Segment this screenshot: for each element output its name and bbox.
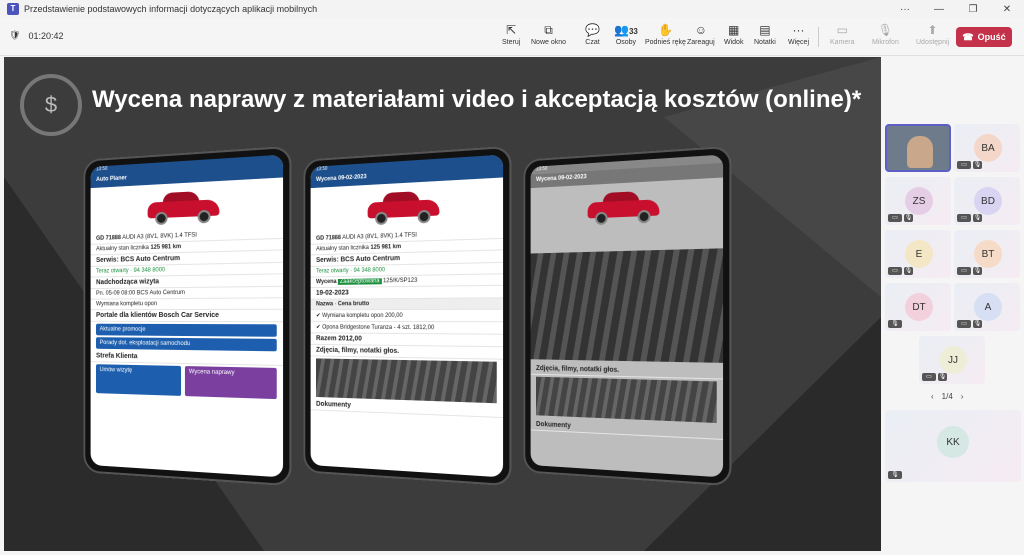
car-image bbox=[580, 185, 667, 229]
shared-screen: $ Wycena naprawy z materiałami video i a… bbox=[4, 57, 881, 551]
mic-off-icon: 🎙 bbox=[904, 214, 913, 222]
participant-video bbox=[907, 136, 933, 168]
mic-off-icon: 🎙 bbox=[938, 373, 947, 381]
camera-off-icon: ▭ bbox=[957, 161, 971, 169]
quote-logo-icon: $ bbox=[20, 74, 82, 136]
mic-icon: 🎙 bbox=[877, 23, 894, 37]
more-options-icon[interactable]: ··· bbox=[888, 4, 922, 15]
avatar: BD bbox=[974, 187, 1002, 215]
avatar: BT bbox=[974, 240, 1002, 268]
participant-tile[interactable]: JJ ▭ 🎙 bbox=[919, 336, 985, 384]
participant-tile[interactable]: E ▭ 🎙 bbox=[885, 230, 951, 278]
phone-mockup-media: 13:50 Wycena 09-02-2023 Zdjęcia, filmy, … bbox=[523, 145, 732, 487]
more-icon: ··· bbox=[792, 23, 805, 37]
slide-title: Wycena naprawy z materiałami video i akc… bbox=[92, 86, 862, 113]
mic-off-icon: 🎙 bbox=[973, 161, 982, 169]
close-icon[interactable]: ✕ bbox=[990, 4, 1024, 15]
toolbar-divider bbox=[818, 27, 819, 47]
pager-text: 1/4 bbox=[941, 392, 953, 401]
chat-icon: 💬 bbox=[585, 23, 600, 37]
mic-off-icon: 🎙 bbox=[973, 320, 982, 328]
mic-off-icon: 🎙 bbox=[888, 320, 902, 328]
more-button[interactable]: ··· Więcej bbox=[788, 22, 809, 52]
camera-off-icon: ▭ bbox=[957, 214, 971, 222]
mic-off-icon: 🎙 bbox=[904, 267, 913, 275]
shield-icon: 🛡 bbox=[9, 30, 21, 40]
mic-button[interactable]: 🎙 Mikrofon bbox=[872, 22, 899, 52]
share-icon: ⬆ bbox=[927, 23, 938, 37]
notes-button[interactable]: ▤ Notatki bbox=[754, 22, 776, 52]
raise-hand-icon: ✋ bbox=[657, 23, 673, 37]
media-thumbnails bbox=[316, 358, 497, 404]
avatar: E bbox=[905, 240, 933, 268]
participant-tile[interactable]: BD ▭ 🎙 bbox=[954, 177, 1020, 225]
timer-text: 01:20:42 bbox=[28, 30, 64, 41]
steruj-button[interactable]: ⇱ Steruj bbox=[502, 22, 520, 52]
maximize-icon[interactable]: ❐ bbox=[956, 4, 990, 15]
car-image bbox=[140, 185, 227, 229]
people-icon: 👥 bbox=[614, 23, 629, 37]
camera-off-icon: ▭ bbox=[888, 214, 902, 222]
media-thumbnails bbox=[536, 376, 717, 424]
participant-tile[interactable]: BT ▭ 🎙 bbox=[954, 230, 1020, 278]
tire-photo bbox=[530, 248, 724, 363]
leave-button[interactable]: ☎ Opuść bbox=[956, 27, 1012, 47]
camera-off-icon: ▭ bbox=[957, 320, 971, 328]
mic-off-icon: 🎙 bbox=[973, 214, 982, 222]
camera-off-icon: ▭ bbox=[957, 267, 971, 275]
people-button[interactable]: 👥33 Osoby bbox=[614, 22, 638, 52]
chevron-left-icon[interactable]: ‹ bbox=[931, 392, 934, 401]
teams-logo-icon: T bbox=[7, 3, 19, 15]
mic-off-icon: 🎙 bbox=[888, 471, 902, 479]
new-window-icon: ⧉ bbox=[544, 23, 553, 37]
participant-tile[interactable]: ZS ▭ 🎙 bbox=[885, 177, 951, 225]
camera-off-icon: ▭ bbox=[888, 267, 902, 275]
raise-hand-button[interactable]: ✋ Podnieś rękę bbox=[645, 22, 686, 52]
participant-tile[interactable]: BA ▭ 🎙 bbox=[954, 124, 1020, 172]
camera-icon: ▭ bbox=[836, 23, 848, 37]
participants-panel: BA ▭ 🎙 ZS ▭ 🎙 BD ▭ 🎙 E ▭ 🎙 BT ▭ 🎙 DT 🎙 A ▭ 🎙 JJ ▭ 🎙 ‹ 1… bbox=[883, 122, 1024, 555]
avatar: DT bbox=[905, 293, 933, 321]
spotlight-participant-tile[interactable]: KK 🎙 bbox=[885, 410, 1021, 482]
title-bar: T Przedstawienie podstawowych informacji… bbox=[0, 0, 1024, 18]
chevron-right-icon[interactable]: › bbox=[961, 392, 964, 401]
meeting-timer: 🛡 01:20:42 bbox=[9, 30, 63, 41]
participant-tile[interactable]: A ▭ 🎙 bbox=[954, 283, 1020, 331]
mic-off-icon: 🎙 bbox=[973, 267, 982, 275]
people-count: 33 bbox=[628, 27, 638, 36]
avatar: JJ bbox=[939, 346, 967, 374]
participant-tile[interactable]: DT 🎙 bbox=[885, 283, 951, 331]
react-icon: ☺ bbox=[694, 23, 707, 37]
view-icon: ▦ bbox=[728, 23, 740, 37]
camera-off-icon: ▭ bbox=[922, 373, 936, 381]
car-image bbox=[360, 185, 447, 229]
phone-hangup-icon: ☎ bbox=[962, 31, 974, 42]
share-button[interactable]: ⬆ Udostępnij bbox=[916, 22, 949, 52]
cast-icon: ⇱ bbox=[506, 23, 517, 37]
participant-video-tile[interactable] bbox=[885, 124, 951, 172]
avatar: BA bbox=[974, 134, 1002, 162]
avatar: A bbox=[974, 293, 1002, 321]
notes-icon: ▤ bbox=[759, 23, 771, 37]
minimize-icon[interactable]: — bbox=[922, 4, 956, 15]
react-button[interactable]: ☺ Zareaguj bbox=[687, 22, 715, 52]
phone-mockup-quote: 13:50 Wycena 09-02-2023 GD 71888 AUDI A3… bbox=[303, 145, 512, 487]
window-title: Przedstawienie podstawowych informacji d… bbox=[24, 4, 318, 14]
avatar: KK bbox=[937, 426, 969, 458]
participants-pager: ‹ 1/4 › bbox=[931, 392, 963, 401]
avatar: ZS bbox=[905, 187, 933, 215]
view-button[interactable]: ▦ Widok bbox=[724, 22, 743, 52]
phone-mockup-home: 13:50 Auto Planer GD 71888 AUDI A3 (8V1,… bbox=[83, 145, 292, 487]
camera-button[interactable]: ▭ Kamera bbox=[830, 22, 855, 52]
new-window-button[interactable]: ⧉ Nowe okno bbox=[531, 22, 566, 52]
chat-button[interactable]: 💬 Czat bbox=[585, 22, 600, 52]
meeting-toolbar: 🛡 01:20:42 ⇱ Steruj ⧉ Nowe okno 💬 Czat 👥33 O… bbox=[0, 18, 1024, 56]
